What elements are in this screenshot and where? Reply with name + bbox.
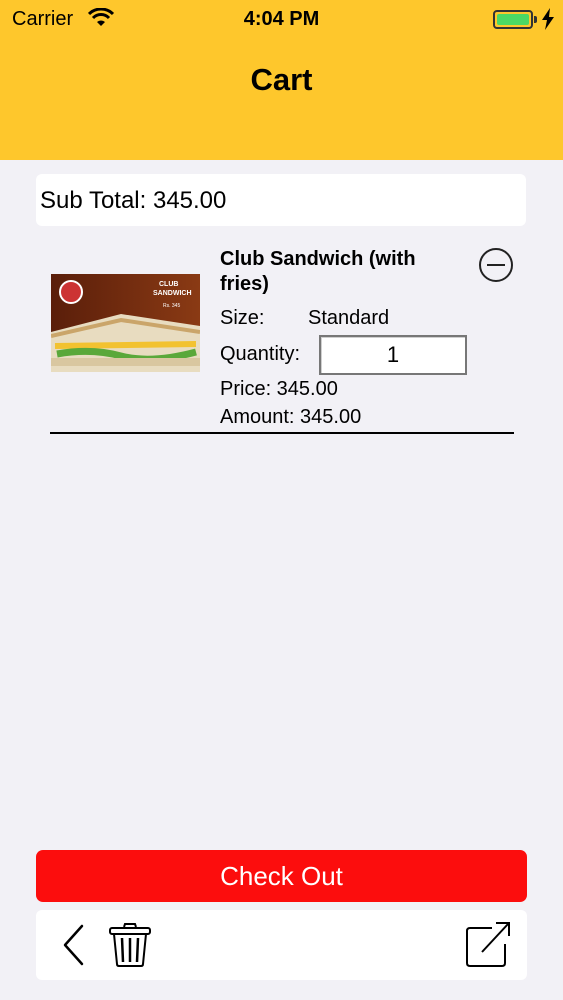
header-bar: Carrier 4:04 PM Cart [0,0,563,160]
amount-text: Amount: 345.00 [220,406,362,428]
back-icon[interactable] [60,923,88,967]
product-photo: CLUB SANDWICH Rs. 345 [51,274,200,372]
minus-icon [487,264,505,266]
size-value: Standard [308,307,390,329]
product-image: CLUB SANDWICH Rs. 345 [51,274,200,372]
battery-icon [493,10,533,29]
bottom-toolbar [36,910,527,980]
price-text: Price: 345.00 [220,378,338,400]
subtotal-text: Sub Total: 345.00 [40,187,227,214]
charging-bolt-icon [542,8,554,30]
trash-icon[interactable] [108,922,152,968]
checkout-button[interactable]: Check Out [36,850,527,902]
banner-line-1: CLUB [159,281,178,288]
remove-item-button[interactable] [479,248,513,282]
size-label: Size: [220,307,265,329]
quantity-label: Quantity: [220,343,301,365]
subtotal-panel: Sub Total: 345.00 [36,174,526,226]
battery-fill [497,14,529,25]
banner-price: Rs. 345 [163,303,180,309]
status-time: 4:04 PM [243,8,320,30]
product-name: Club Sandwich (with fries) [220,248,416,295]
cart-item: CLUB SANDWICH Rs. 345 Club Sandwich (wit… [50,240,514,434]
banner-line-2: SANDWICH [153,290,192,297]
status-bar: Carrier 4:04 PM [0,0,563,40]
page-title: Cart [250,62,313,97]
quantity-field[interactable] [319,335,467,375]
battery-tip [534,16,537,23]
share-icon[interactable] [464,920,512,968]
